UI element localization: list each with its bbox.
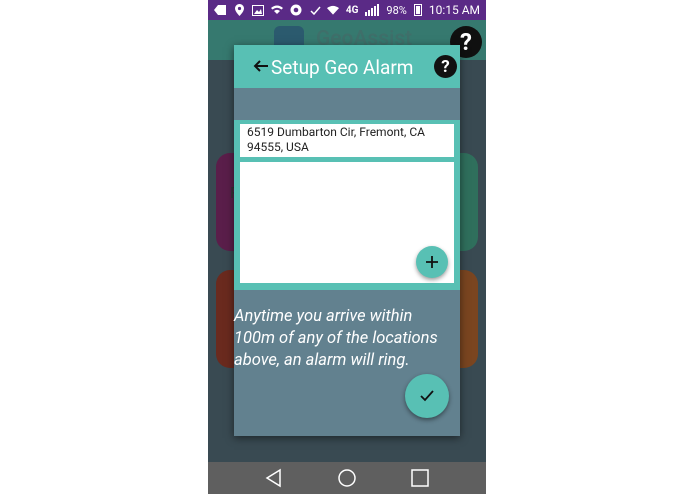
plus-icon (426, 256, 438, 268)
check-icon (420, 390, 434, 402)
nav-recents-icon[interactable] (410, 468, 430, 488)
confirm-button[interactable] (405, 374, 449, 418)
check-notification-icon (309, 4, 321, 16)
nav-home-icon[interactable] (337, 468, 357, 488)
navigation-bar (208, 462, 486, 494)
help-icon[interactable]: ? (434, 55, 457, 78)
battery-percent: 98% (386, 3, 407, 17)
add-location-button[interactable] (416, 246, 448, 278)
location-address-item[interactable]: 6519 Dumbarton Cir, Fremont, CA 94555, U… (240, 124, 454, 157)
dialog-header: Setup Geo Alarm ? (234, 45, 460, 88)
status-bar: 4G 98% 10:15 AM (208, 0, 486, 20)
chrome-icon (290, 4, 302, 16)
wifi-signal-icon (326, 4, 339, 16)
cell-signal-icon (365, 4, 380, 16)
status-time: 10:15 AM (428, 3, 480, 17)
dialog-title: Setup Geo Alarm (271, 56, 414, 79)
wifi-icon (271, 4, 283, 16)
network-type: 4G (345, 4, 359, 16)
arrow-left-icon[interactable] (252, 57, 270, 75)
phone-screen: 4G 98% 10:15 AM GeoAssist ? R Setup Geo … (208, 0, 486, 494)
setup-geo-alarm-dialog: Setup Geo Alarm ? 6519 Dumbarton Cir, Fr… (234, 45, 460, 436)
back-notification-icon (214, 4, 226, 16)
nav-back-icon[interactable] (264, 468, 284, 488)
battery-icon (413, 4, 422, 16)
locations-panel: 6519 Dumbarton Cir, Fremont, CA 94555, U… (234, 120, 460, 290)
location-pin-icon (233, 4, 245, 16)
image-icon (252, 4, 264, 16)
alarm-info-text: Anytime you arrive within 100m of any of… (234, 307, 438, 370)
